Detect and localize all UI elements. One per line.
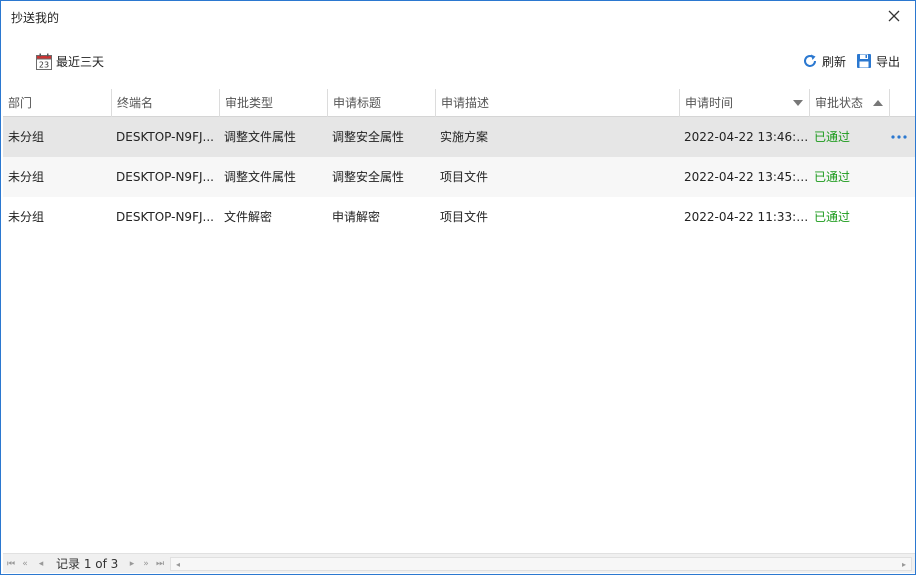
next-record-button[interactable]: ▸ — [126, 554, 138, 574]
cell-terminal: DESKTOP-N9FJ... — [116, 210, 214, 224]
cell-apply-title: 调整安全属性 — [332, 170, 405, 184]
refresh-button[interactable]: 刷新 — [802, 47, 846, 75]
col-header-apply-title[interactable]: 申请标题 — [328, 89, 436, 117]
double-left-icon: « — [22, 559, 28, 569]
close-icon — [888, 10, 900, 22]
table-row[interactable]: 未分组 DESKTOP-N9FJ... 文件解密 申请解密 项目文件 2022-… — [3, 197, 915, 237]
table-row[interactable]: 未分组 DESKTOP-N9FJ... 调整文件属性 调整安全属性 项目文件 2… — [3, 157, 915, 197]
cell-status: 已通过 — [814, 130, 851, 144]
date-range-button[interactable]: 23 最近三天 — [36, 47, 104, 75]
cell-department: 未分组 — [8, 130, 45, 144]
cell-department: 未分组 — [8, 170, 45, 184]
cell-apply-title: 调整安全属性 — [332, 130, 405, 144]
col-header-apply-time[interactable]: 申请时间 — [680, 89, 810, 117]
col-header-terminal[interactable]: 终端名 — [112, 89, 220, 117]
cell-terminal: DESKTOP-N9FJ... — [116, 170, 214, 184]
cell-status: 已通过 — [814, 210, 851, 224]
prev-page-button[interactable]: « — [19, 554, 31, 574]
record-counter: 记录 1 of 3 — [56, 557, 119, 571]
cell-apply-desc: 项目文件 — [440, 170, 489, 184]
scroll-right-button[interactable]: ▸ — [897, 558, 911, 570]
col-header-department[interactable]: 部门 — [3, 89, 112, 117]
dialog-title: 抄送我的 — [11, 11, 60, 25]
cell-approval-type: 文件解密 — [224, 210, 273, 224]
last-page-button[interactable]: ⏭ — [154, 554, 166, 574]
export-button[interactable]: 导出 — [856, 47, 900, 75]
more-dots-icon — [891, 135, 907, 139]
horizontal-scrollbar[interactable]: ◂ ▸ — [170, 557, 912, 571]
calendar-icon: 23 — [36, 53, 52, 70]
date-range-label: 最近三天 — [56, 54, 105, 69]
cell-approval-type: 调整文件属性 — [224, 130, 297, 144]
refresh-label: 刷新 — [822, 54, 847, 69]
cell-apply-time: 2022-04-22 13:46:18 — [684, 130, 810, 144]
double-right-icon: » — [143, 559, 149, 569]
cell-apply-desc: 项目文件 — [440, 210, 489, 224]
table-row[interactable]: 未分组 DESKTOP-N9FJ... 调整文件属性 调整安全属性 实施方案 2… — [3, 117, 915, 157]
export-label: 导出 — [876, 54, 901, 69]
cell-department: 未分组 — [8, 210, 45, 224]
scroll-left-icon: ◂ — [175, 559, 180, 569]
first-page-button[interactable]: ⏮ — [5, 554, 17, 574]
refresh-icon — [804, 54, 816, 67]
cell-status: 已通过 — [814, 170, 851, 184]
close-button[interactable] — [883, 5, 905, 27]
dialog-window: 抄送我的 23 最近三天 刷新 导出 部门 终端名 审批类型 申请标题 申请描述… — [0, 0, 916, 575]
right-arrow-icon: ▸ — [129, 559, 135, 569]
cell-apply-title: 申请解密 — [332, 210, 381, 224]
cell-terminal: DESKTOP-N9FJ... — [116, 130, 214, 144]
cell-apply-desc: 实施方案 — [440, 130, 489, 144]
grid-header: 部门 终端名 审批类型 申请标题 申请描述 申请时间 审批状态 — [3, 89, 915, 117]
col-header-status[interactable]: 审批状态 — [810, 89, 890, 117]
data-grid: 部门 终端名 审批类型 申请标题 申请描述 申请时间 审批状态 未分组 DESK… — [3, 89, 915, 553]
col-header-apply-desc[interactable]: 申请描述 — [436, 89, 680, 117]
last-page-icon: ⏭ — [155, 559, 165, 569]
scroll-left-button[interactable]: ◂ — [171, 558, 185, 570]
pager-footer: ⏮ « ◂ 记录 1 of 3 ▸ » ⏭ ◂ ▸ — [3, 553, 915, 573]
cell-apply-time: 2022-04-22 13:45:46 — [684, 170, 810, 184]
next-page-button[interactable]: » — [140, 554, 152, 574]
first-page-icon: ⏮ — [6, 559, 16, 569]
left-arrow-icon: ◂ — [38, 559, 44, 569]
cell-apply-time: 2022-04-22 11:33:53 — [684, 210, 810, 224]
sort-desc-icon — [793, 100, 803, 106]
scroll-right-icon: ▸ — [901, 559, 906, 569]
sort-asc-icon — [873, 100, 883, 106]
row-more-button[interactable] — [891, 117, 911, 157]
toolbar: 23 最近三天 刷新 导出 — [1, 47, 915, 75]
col-header-approval-type[interactable]: 审批类型 — [220, 89, 328, 117]
save-icon — [857, 54, 871, 68]
calendar-day: 23 — [39, 60, 49, 69]
cell-approval-type: 调整文件属性 — [224, 170, 297, 184]
prev-record-button[interactable]: ◂ — [35, 554, 47, 574]
